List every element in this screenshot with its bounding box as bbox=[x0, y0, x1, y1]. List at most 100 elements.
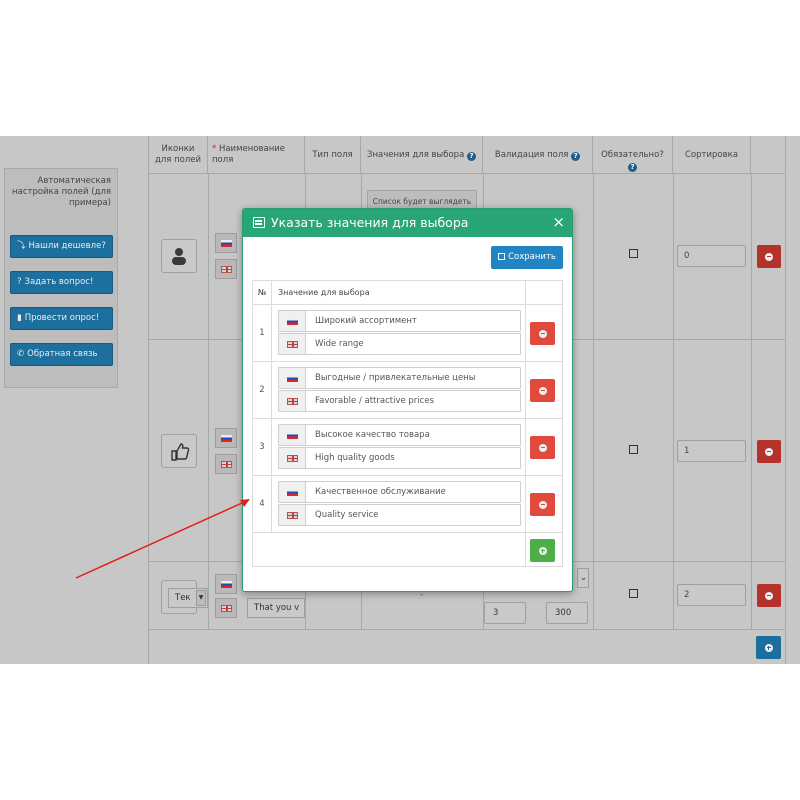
value-en-input[interactable]: Favorable / attractive prices bbox=[278, 390, 521, 412]
sort-input[interactable]: 0 bbox=[677, 245, 746, 267]
floppy-icon bbox=[498, 253, 506, 260]
header-validation-label: Валидация поля bbox=[494, 150, 569, 160]
field-name-en-input[interactable]: That you v bbox=[247, 598, 305, 618]
flag-en-icon bbox=[221, 605, 232, 612]
value-en-input[interactable]: Wide range bbox=[278, 333, 521, 355]
thumbs-up-icon bbox=[171, 443, 190, 461]
found-cheaper-button[interactable]: ⤵ Нашли дешевле? bbox=[10, 235, 113, 258]
phone-icon: ✆ bbox=[17, 349, 25, 359]
header-required-label: Обязательно? bbox=[601, 150, 664, 160]
table-header: Иконки для полей * Наименование поля Тип… bbox=[149, 136, 785, 174]
sort-input[interactable]: 2 bbox=[677, 584, 746, 606]
flag-en-box bbox=[215, 454, 237, 474]
validation-max-input[interactable]: 300 bbox=[546, 602, 588, 624]
save-button[interactable]: Сохранить bbox=[491, 246, 563, 269]
values-table: № Значение для выбора 1 Широкий ассортим… bbox=[252, 280, 563, 567]
flag-ru-box bbox=[215, 574, 237, 594]
value-ru-input[interactable]: Выгодные / привлекательные цены bbox=[278, 367, 521, 389]
field-type-select[interactable]: Тек ▼ bbox=[168, 588, 208, 608]
header-values: Значения для выбора ? bbox=[361, 136, 483, 174]
value-en-input[interactable]: Quality service bbox=[278, 504, 521, 526]
value-en-text: Quality service bbox=[315, 510, 379, 520]
flag-en-icon bbox=[221, 266, 232, 273]
header-required: Обязательно? ? bbox=[593, 136, 673, 174]
row-number: 2 bbox=[253, 362, 272, 418]
minus-icon bbox=[538, 443, 547, 452]
ask-question-button[interactable]: ? Задать вопрос! bbox=[10, 271, 113, 294]
row-number: 4 bbox=[253, 476, 272, 532]
value-ru-input[interactable]: Широкий ассортимент bbox=[278, 310, 521, 332]
values-table-footer bbox=[253, 533, 562, 566]
minus-icon bbox=[765, 447, 773, 456]
validation-min-input[interactable]: 3 bbox=[484, 602, 526, 624]
select-values-modal: Указать значения для выбора × Сохранить … bbox=[242, 208, 573, 592]
flag-en-icon bbox=[287, 341, 298, 348]
flag-en-icon bbox=[287, 455, 298, 462]
field-type-value: Тек bbox=[175, 593, 191, 603]
flag-ru-icon bbox=[287, 375, 298, 382]
add-value-button[interactable] bbox=[530, 539, 555, 562]
delete-row-button[interactable] bbox=[757, 245, 781, 268]
feedback-button[interactable]: ✆ Обратная связь bbox=[10, 343, 113, 366]
flag-ru-icon bbox=[287, 318, 298, 325]
value-ru-input[interactable]: Качественное обслуживание bbox=[278, 481, 521, 503]
flag-ru-icon bbox=[287, 432, 298, 439]
required-checkbox[interactable] bbox=[629, 249, 638, 258]
plus-icon bbox=[764, 643, 773, 652]
validation-select-arrow[interactable]: ⌄ bbox=[577, 568, 589, 588]
required-checkbox[interactable] bbox=[629, 445, 638, 454]
header-sorting: Сортировка bbox=[673, 136, 751, 174]
found-cheaper-label: Нашли дешевле? bbox=[28, 241, 106, 251]
modal-header: Указать значения для выбора × bbox=[243, 209, 572, 237]
flag-en-icon bbox=[221, 461, 232, 468]
help-icon[interactable]: ? bbox=[571, 152, 581, 161]
delete-value-button[interactable] bbox=[530, 379, 555, 402]
delete-value-button[interactable] bbox=[530, 493, 555, 516]
flag-ru-icon bbox=[221, 435, 232, 442]
flag-en-icon bbox=[287, 398, 298, 405]
close-icon[interactable]: × bbox=[552, 213, 565, 231]
value-en-input[interactable]: High quality goods bbox=[278, 447, 521, 469]
delete-row-button[interactable] bbox=[757, 440, 781, 463]
delete-value-button[interactable] bbox=[530, 322, 555, 345]
col-number-header: № bbox=[253, 281, 272, 305]
value-row: 3 Высокое качество товара High quality g… bbox=[253, 419, 562, 476]
minus-icon bbox=[538, 329, 547, 338]
value-ru-text: Высокое качество товара bbox=[315, 430, 430, 440]
user-icon-box[interactable] bbox=[161, 239, 197, 273]
header-name-label: Наименование поля bbox=[212, 144, 286, 165]
values-table-header: № Значение для выбора bbox=[253, 281, 562, 305]
plus-icon bbox=[538, 546, 547, 555]
minus-icon bbox=[538, 500, 547, 509]
value-ru-text: Широкий ассортимент bbox=[315, 316, 417, 326]
delete-value-button[interactable] bbox=[530, 436, 555, 459]
value-ru-text: Выгодные / привлекательные цены bbox=[315, 373, 476, 383]
value-en-text: High quality goods bbox=[315, 453, 395, 463]
chevron-down-icon: ▼ bbox=[196, 590, 206, 606]
required-mark: * bbox=[212, 144, 217, 154]
delete-row-button[interactable] bbox=[757, 584, 781, 607]
sort-input[interactable]: 1 bbox=[677, 440, 746, 462]
value-en-text: Wide range bbox=[315, 339, 364, 349]
arrow-icon: ⤵ bbox=[17, 241, 26, 251]
feedback-label: Обратная связь bbox=[27, 349, 98, 359]
survey-button[interactable]: ▮ Провести опрос! bbox=[10, 307, 113, 330]
flag-en-box bbox=[215, 598, 237, 618]
value-row: 4 Качественное обслуживание Quality serv… bbox=[253, 476, 562, 533]
add-row-button[interactable] bbox=[756, 636, 781, 659]
header-name: * Наименование поля bbox=[208, 136, 305, 174]
question-icon: ? bbox=[17, 277, 22, 287]
header-type: Тип поля bbox=[305, 136, 361, 174]
value-row: 1 Широкий ассортимент Wide range bbox=[253, 305, 562, 362]
help-icon[interactable]: ? bbox=[628, 163, 637, 172]
required-checkbox[interactable] bbox=[629, 589, 638, 598]
value-ru-input[interactable]: Высокое качество товара bbox=[278, 424, 521, 446]
auto-setup-panel: Автоматическая настройка полей (для прим… bbox=[4, 168, 118, 388]
help-icon[interactable]: ? bbox=[466, 152, 476, 161]
minus-icon bbox=[765, 591, 773, 600]
survey-label: Провести опрос! bbox=[24, 313, 100, 323]
thumbs-up-icon-box[interactable] bbox=[161, 434, 197, 468]
flag-ru-box bbox=[215, 428, 237, 448]
header-validation: Валидация поля ? bbox=[483, 136, 593, 174]
flag-en-box bbox=[215, 259, 237, 279]
